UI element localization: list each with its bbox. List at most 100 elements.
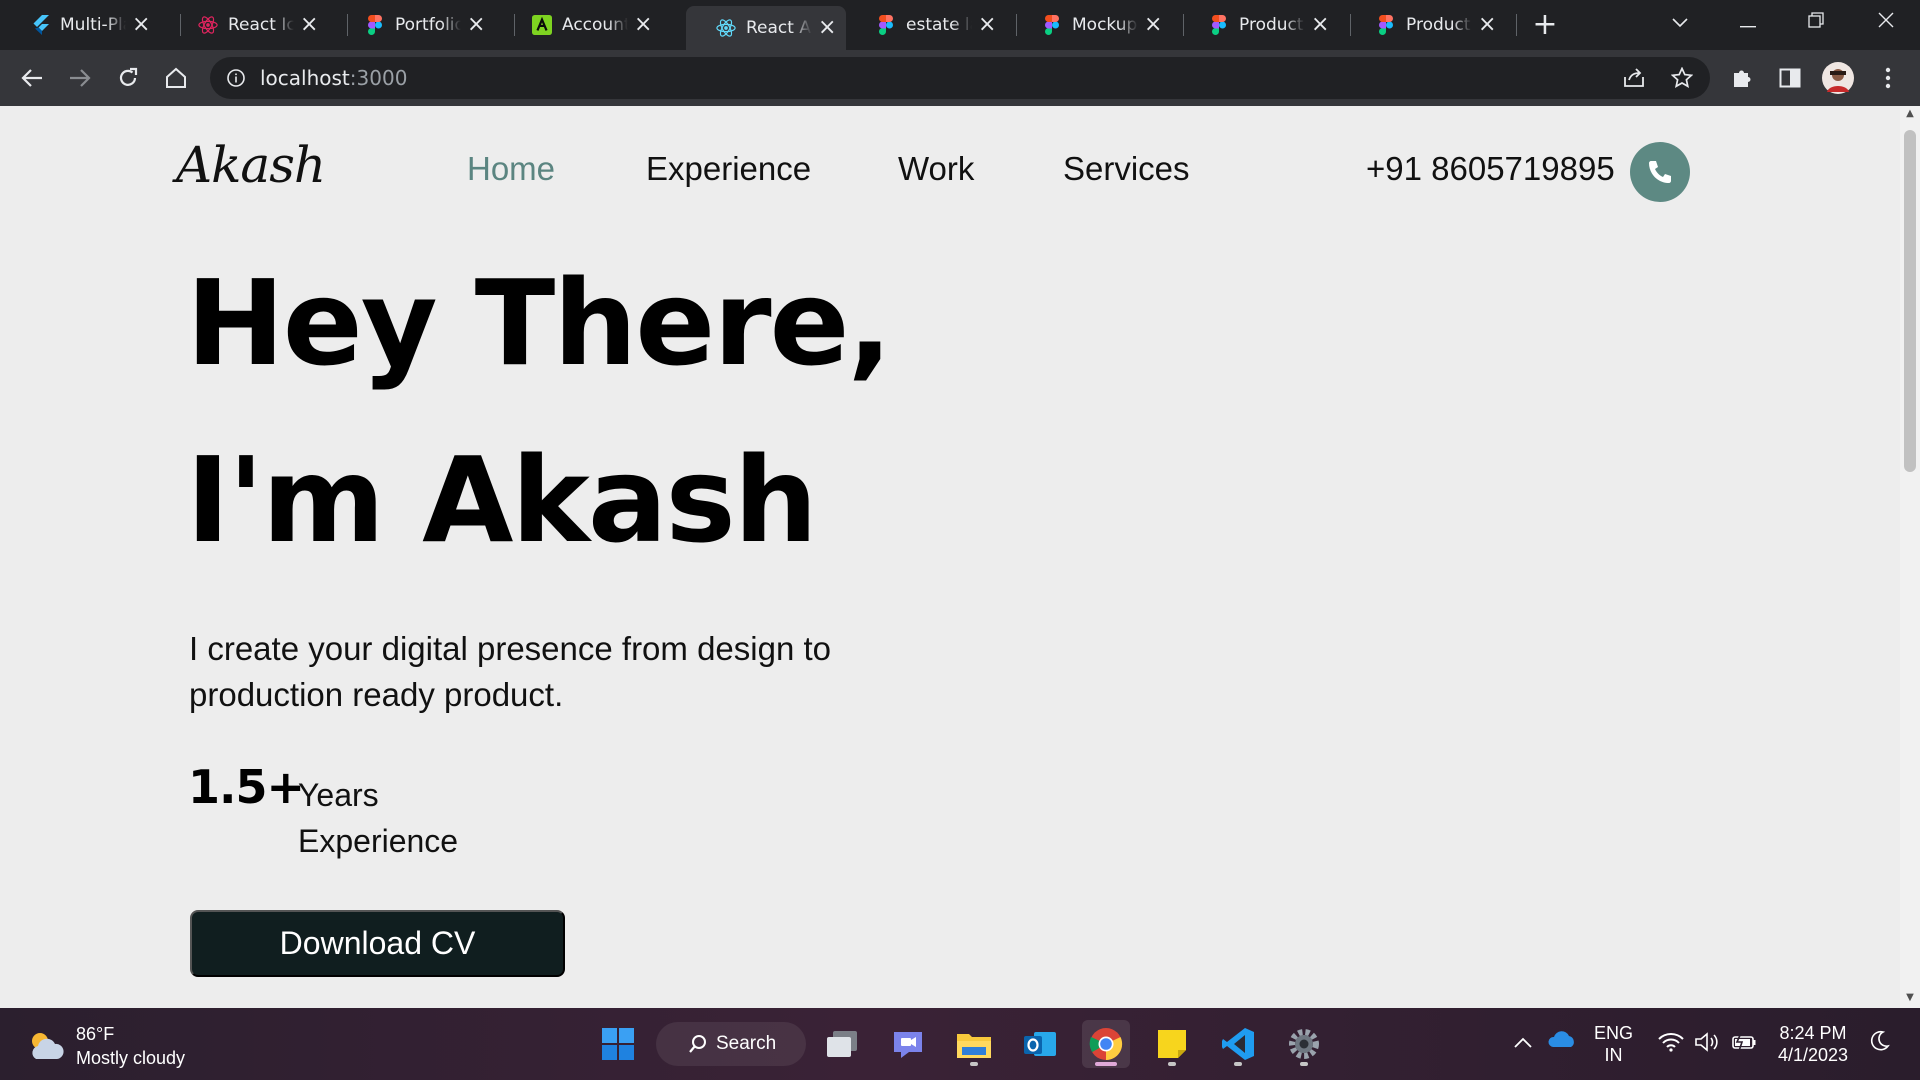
hero-heading-line-1: Hey There, xyxy=(186,254,892,392)
profile-avatar[interactable] xyxy=(1820,60,1856,96)
site-logo[interactable]: Akash xyxy=(176,136,326,194)
weather-widget[interactable]: 86°F Mostly cloudy xyxy=(26,1022,185,1070)
browser-tab[interactable]: Multi-Platform × xyxy=(0,8,160,42)
hero-heading-line-2: I'm Akash xyxy=(186,431,818,569)
adobe-icon xyxy=(532,15,552,35)
flutter-icon xyxy=(30,15,50,35)
page-scrollbar[interactable]: ▲ ▼ xyxy=(1900,106,1920,1008)
clock-time: 8:24 PM xyxy=(1779,1023,1847,1043)
volume-icon[interactable] xyxy=(1694,1032,1720,1057)
tab-title: Product xyxy=(1239,15,1304,35)
minimize-icon[interactable] xyxy=(1728,8,1768,38)
browser-tab[interactable]: React Icons × xyxy=(168,8,328,42)
forward-arrow-icon[interactable] xyxy=(62,60,98,96)
tab-title: Mockup xyxy=(1072,15,1138,35)
wifi-icon[interactable] xyxy=(1658,1032,1684,1057)
windows-start-icon[interactable] xyxy=(594,1020,642,1068)
close-icon[interactable]: × xyxy=(467,14,485,36)
figma-icon xyxy=(1042,15,1062,35)
clock[interactable]: 8:24 PM 4/1/2023 xyxy=(1778,1022,1848,1066)
phone-number: +91 8605719895 xyxy=(1366,150,1615,187)
browser-tab[interactable]: Portfolio × xyxy=(335,8,495,42)
react-icon xyxy=(716,18,736,38)
browser-tab[interactable]: Mockup × xyxy=(1012,8,1172,42)
scroll-down-arrow-icon[interactable]: ▼ xyxy=(1904,992,1916,1004)
weather-description: Mostly cloudy xyxy=(76,1048,186,1068)
close-icon[interactable]: × xyxy=(300,14,318,36)
home-icon[interactable] xyxy=(158,60,194,96)
nav-services[interactable]: Services xyxy=(1063,150,1190,188)
bookmark-star-icon[interactable] xyxy=(1664,60,1700,96)
close-icon[interactable]: × xyxy=(978,14,996,36)
figma-icon xyxy=(1209,15,1229,35)
info-icon[interactable] xyxy=(226,68,246,88)
figma-icon xyxy=(365,15,385,35)
browser-toolbar: localhost:3000 xyxy=(0,50,1920,106)
vscode-icon[interactable] xyxy=(1214,1020,1262,1068)
clock-date: 4/1/2023 xyxy=(1778,1045,1849,1065)
tab-title: React App xyxy=(746,18,812,38)
new-tab-plus-icon[interactable]: + xyxy=(1530,10,1560,40)
active-indicator xyxy=(1095,1062,1117,1066)
scrollbar-thumb[interactable] xyxy=(1904,130,1916,472)
browser-tab[interactable]: Product × xyxy=(1346,8,1506,42)
experience-value: 1.5+ xyxy=(188,760,305,814)
cloudy-weather-icon xyxy=(26,1029,66,1063)
close-icon[interactable]: × xyxy=(1144,14,1162,36)
download-cv-button[interactable]: Download CV xyxy=(190,910,565,977)
url-host: localhost xyxy=(260,66,350,90)
outlook-icon[interactable] xyxy=(1016,1020,1064,1068)
restore-icon[interactable] xyxy=(1796,8,1836,38)
tab-search-chevron-icon[interactable] xyxy=(1660,8,1700,38)
tab-divider xyxy=(1516,14,1517,36)
extensions-puzzle-icon[interactable] xyxy=(1724,60,1760,96)
share-icon[interactable] xyxy=(1616,60,1652,96)
browser-tab[interactable]: Account × xyxy=(502,8,662,42)
phone-call-icon xyxy=(1645,157,1675,187)
browser-tabstrip: Multi-Platform × React Icons × Portfolio… xyxy=(0,0,1920,50)
show-hidden-icons-chevron-icon[interactable] xyxy=(1514,1032,1532,1054)
close-window-icon[interactable] xyxy=(1866,8,1906,38)
running-indicator xyxy=(1300,1062,1308,1066)
url-port: :3000 xyxy=(349,66,408,90)
teams-chat-icon[interactable] xyxy=(884,1020,932,1068)
running-indicator xyxy=(1168,1062,1176,1066)
file-explorer-icon[interactable] xyxy=(950,1020,998,1068)
tab-title: estate landing xyxy=(906,15,972,35)
windows-taskbar: 86°F Mostly cloudy Search ENG IN 8:24 PM… xyxy=(0,1008,1920,1080)
tab-title: React Icons xyxy=(228,15,294,35)
close-icon[interactable]: × xyxy=(634,14,652,36)
focus-moon-icon[interactable] xyxy=(1868,1030,1890,1057)
back-arrow-icon[interactable] xyxy=(14,60,50,96)
search-icon xyxy=(688,1034,708,1054)
nav-home[interactable]: Home xyxy=(467,150,555,188)
figma-icon xyxy=(1376,15,1396,35)
call-button[interactable] xyxy=(1630,142,1690,202)
more-menu-icon[interactable] xyxy=(1870,60,1906,96)
browser-tab-active[interactable]: React App × xyxy=(686,6,846,50)
close-icon[interactable]: × xyxy=(818,17,836,39)
side-panel-icon[interactable] xyxy=(1772,60,1808,96)
nav-experience[interactable]: Experience xyxy=(646,150,811,188)
close-icon[interactable]: × xyxy=(132,14,150,36)
close-icon[interactable]: × xyxy=(1311,14,1329,36)
scroll-up-arrow-icon[interactable]: ▲ xyxy=(1904,108,1916,120)
onedrive-cloud-icon[interactable] xyxy=(1548,1030,1576,1053)
battery-charging-icon[interactable] xyxy=(1730,1032,1758,1057)
browser-tab[interactable]: Product × xyxy=(1179,8,1339,42)
chrome-icon[interactable] xyxy=(1082,1020,1130,1068)
search-label: Search xyxy=(716,1033,777,1054)
browser-tab[interactable]: estate landing × xyxy=(846,8,1006,42)
experience-label: Years Experience xyxy=(298,777,459,859)
page-viewport: Akash Home Experience Work Services +91 … xyxy=(0,106,1900,1008)
language-indicator[interactable]: ENG IN xyxy=(1594,1022,1633,1066)
address-bar[interactable]: localhost:3000 xyxy=(210,57,1710,99)
taskbar-search[interactable]: Search xyxy=(656,1022,806,1066)
close-icon[interactable]: × xyxy=(1478,14,1496,36)
reload-icon[interactable] xyxy=(110,60,146,96)
nav-work[interactable]: Work xyxy=(898,150,974,188)
task-view-icon[interactable] xyxy=(818,1020,866,1068)
sticky-notes-icon[interactable] xyxy=(1148,1020,1196,1068)
weather-temperature: 86°F xyxy=(76,1024,115,1044)
settings-gear-icon[interactable] xyxy=(1280,1020,1328,1068)
